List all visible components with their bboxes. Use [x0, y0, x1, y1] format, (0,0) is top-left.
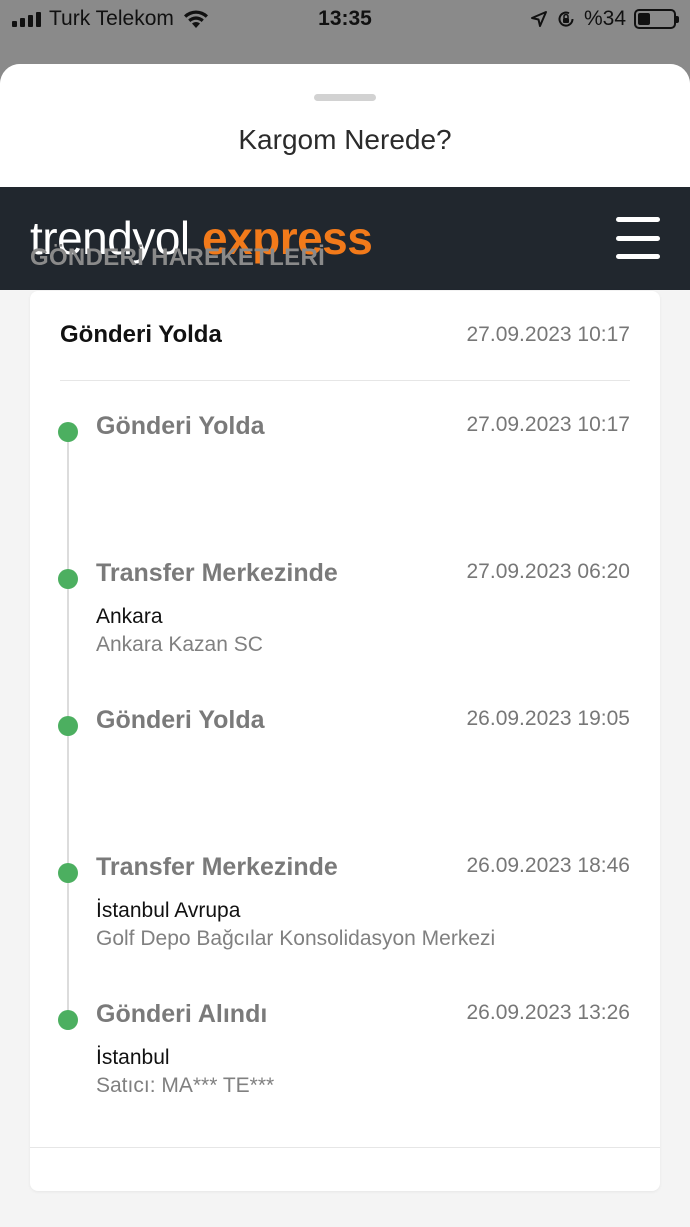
- sheet-title: Kargom Nerede?: [238, 124, 452, 155]
- event-title: Transfer Merkezinde: [96, 853, 338, 881]
- shipment-card: Gönderi Yolda 27.09.2023 10:17 Gönderi Y…: [30, 291, 660, 1191]
- event-location: Ankara: [96, 605, 163, 628]
- event-date: 27.09.2023 06:20: [466, 560, 631, 583]
- event-detail: Golf Depo Bağcılar Konsolidasyon Merkezi: [96, 927, 496, 950]
- timeline-event: Gönderi Yolda 26.09.2023 19:05: [30, 706, 660, 846]
- brand-header: trendyol express: [0, 187, 690, 290]
- event-date: 26.09.2023 13:26: [466, 1001, 631, 1024]
- event-title: Gönderi Yolda: [96, 412, 265, 440]
- status-dot-icon: [58, 716, 78, 736]
- status-right: %34: [530, 7, 679, 31]
- event-date: 26.09.2023 18:46: [466, 854, 631, 877]
- location-arrow-icon: [530, 11, 547, 27]
- status-dot-icon: [58, 863, 78, 883]
- sheet-header: Kargom Nerede?: [0, 64, 690, 187]
- event-date: 26.09.2023 19:05: [466, 707, 631, 730]
- section-title: GÖNDERİ HAREKETLERİ: [30, 244, 326, 271]
- status-dot-icon: [58, 1010, 78, 1030]
- event-location: İstanbul Avrupa: [96, 899, 241, 922]
- hamburger-menu-icon[interactable]: [616, 216, 660, 260]
- timeline-event: Gönderi Yolda 27.09.2023 10:17: [30, 412, 660, 552]
- rotation-lock-icon: [558, 11, 574, 27]
- event-detail: Satıcı: MA*** TE***: [96, 1074, 275, 1097]
- status-dot-icon: [58, 569, 78, 589]
- sheet-grabber[interactable]: [314, 94, 376, 101]
- event-location: İstanbul: [96, 1046, 170, 1069]
- battery-percent: %34: [583, 7, 626, 30]
- battery-fill: [638, 13, 650, 25]
- card-divider: [30, 1147, 660, 1148]
- timeline-event: Transfer Merkezinde 26.09.2023 18:46 İst…: [30, 853, 660, 993]
- event-title: Gönderi Yolda: [96, 706, 265, 734]
- timeline-event: Transfer Merkezinde 27.09.2023 06:20 Ank…: [30, 559, 660, 699]
- event-detail: Ankara Kazan SC: [96, 633, 263, 656]
- battery-icon: [634, 9, 679, 29]
- timeline-event: Gönderi Alındı 26.09.2023 13:26 İstanbul…: [30, 1000, 660, 1140]
- status-dot-icon: [58, 422, 78, 442]
- timeline: Gönderi Yolda 27.09.2023 10:17 Transfer …: [30, 291, 660, 1191]
- event-title: Transfer Merkezinde: [96, 559, 338, 587]
- event-title: Gönderi Alındı: [96, 1000, 268, 1028]
- status-bar: Turk Telekom 13:35 %34: [0, 0, 690, 40]
- event-date: 27.09.2023 10:17: [466, 413, 631, 436]
